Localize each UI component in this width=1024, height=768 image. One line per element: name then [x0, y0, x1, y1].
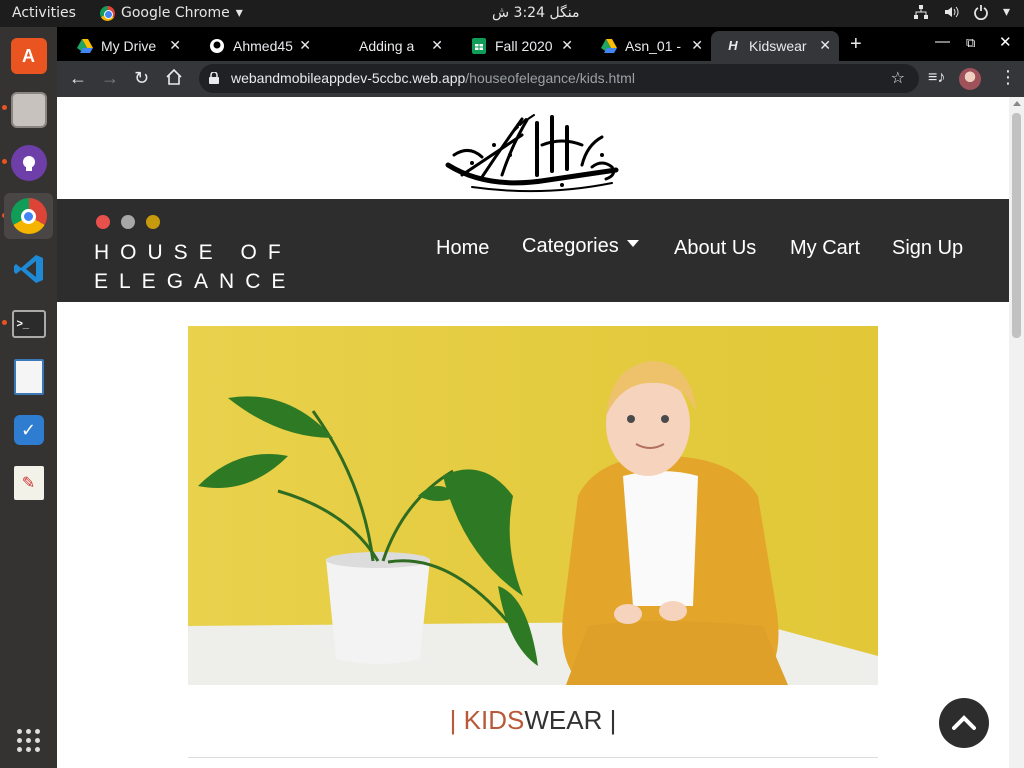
new-tab-button[interactable]: + — [850, 33, 862, 56]
avatar[interactable] — [959, 68, 981, 90]
kebab-menu-icon[interactable]: ⋮ — [999, 67, 1017, 88]
nav-my-cart[interactable]: My Cart — [790, 237, 860, 260]
browser-toolbar: ← → ↻ webandmobileappdev-5ccbc.web.app/h… — [57, 61, 1024, 97]
media-control-icon[interactable]: ≡♪ — [928, 69, 945, 87]
brand-dots — [96, 215, 160, 229]
tab-my-drive[interactable]: My Drive ✕ — [57, 31, 189, 61]
address-bar[interactable]: webandmobileappdev-5ccbc.web.app/houseof… — [199, 64, 919, 93]
system-tray[interactable]: ▾ — [913, 4, 1010, 24]
site-h-icon: H — [728, 38, 738, 53]
system-top-bar: Activities Google Chrome ▾ منگل 3:24 ش ▾ — [0, 0, 1024, 27]
chevron-down-icon: ▾ — [235, 5, 243, 21]
divider — [188, 757, 878, 758]
notepad-icon: ✎ — [13, 466, 44, 500]
google-drive-icon — [77, 39, 93, 53]
nav-about-us[interactable]: About Us — [674, 237, 756, 260]
terminal-icon: >_ — [11, 310, 46, 338]
vscode-launcher[interactable] — [4, 246, 53, 292]
app-menu[interactable]: Google Chrome ▾ — [100, 5, 243, 21]
gray-dot — [121, 215, 135, 229]
page-scrollbar[interactable] — [1009, 97, 1024, 768]
vscode-icon — [11, 251, 47, 287]
tab-strip: My Drive ✕ Ahmed45 ✕ Adding a ✕ Fall 202… — [57, 27, 1024, 61]
caret-down-icon — [626, 240, 639, 248]
activities-button[interactable]: Activities — [12, 5, 76, 21]
dock: A >_ ✓ ✎ — [0, 27, 57, 768]
chrome-icon — [10, 198, 47, 234]
shopping-bag-icon: A — [10, 38, 47, 74]
ubuntu-software-launcher[interactable]: A — [4, 33, 53, 79]
app-menu-label: Google Chrome — [121, 5, 230, 21]
tab-fall-2020[interactable]: Fall 2020 ✕ — [451, 31, 581, 61]
file-cabinet-icon — [10, 92, 47, 128]
volume-icon[interactable] — [943, 4, 959, 24]
bismillah-calligraphy — [445, 114, 619, 193]
home-button[interactable] — [165, 68, 183, 91]
github-launcher[interactable] — [4, 140, 53, 186]
nav-home[interactable]: Home — [436, 237, 489, 260]
google-sheets-icon — [472, 38, 486, 54]
nav-categories[interactable]: Categories — [522, 235, 639, 258]
chrome-launcher[interactable] — [4, 193, 53, 239]
github-icon — [210, 39, 224, 53]
close-icon[interactable]: ✕ — [169, 37, 181, 54]
chevron-up-icon — [952, 715, 976, 730]
files-launcher[interactable] — [4, 87, 53, 133]
nav-sign-up[interactable]: Sign Up — [892, 237, 963, 260]
url-text[interactable]: webandmobileappdev-5ccbc.web.app/houseof… — [231, 70, 635, 86]
browser-window: My Drive ✕ Ahmed45 ✕ Adding a ✕ Fall 202… — [57, 27, 1024, 768]
terminal-launcher[interactable]: >_ — [4, 301, 53, 347]
scroll-to-top-button[interactable] — [939, 698, 989, 748]
tasks-launcher[interactable]: ✓ — [4, 407, 53, 453]
close-icon[interactable]: ✕ — [561, 37, 573, 54]
chevron-down-icon[interactable]: ▾ — [1003, 4, 1010, 24]
network-icon[interactable] — [913, 4, 929, 24]
close-icon[interactable]: ✕ — [431, 37, 443, 54]
brand-logo[interactable]: HOUSE OF ELEGANCE — [94, 238, 296, 296]
tab-github[interactable]: Ahmed45 ✕ — [189, 31, 319, 61]
minimize-button[interactable]: — — [935, 33, 950, 50]
gold-dot — [146, 215, 160, 229]
clock[interactable]: منگل 3:24 ش — [492, 5, 580, 21]
image-viewer-launcher[interactable] — [4, 354, 53, 400]
bookmark-star-icon[interactable]: ☆ — [891, 68, 905, 88]
chrome-icon — [100, 5, 115, 21]
back-button[interactable]: ← — [69, 68, 87, 89]
grid-icon — [17, 728, 40, 752]
scroll-up-arrow-icon[interactable] — [1013, 101, 1021, 106]
close-icon[interactable]: ✕ — [691, 37, 703, 54]
tab-kidswear[interactable]: H Kidswear ✕ — [711, 31, 839, 61]
image-document-icon — [13, 359, 44, 395]
google-drive-icon — [601, 39, 617, 53]
forward-button[interactable]: → — [101, 68, 119, 89]
scrollbar-thumb[interactable] — [1012, 113, 1021, 338]
site-navbar: HOUSE OF ELEGANCE Home Categories About … — [57, 199, 1009, 302]
checkbox-icon: ✓ — [13, 415, 44, 445]
close-window-button[interactable]: ✕ — [999, 33, 1012, 51]
text-editor-launcher[interactable]: ✎ — [4, 460, 53, 506]
show-applications-button[interactable] — [4, 717, 53, 763]
hero-image-kid — [188, 326, 878, 685]
reload-button[interactable]: ↻ — [134, 68, 149, 89]
home-icon — [166, 68, 182, 85]
power-icon[interactable] — [973, 4, 989, 24]
tab-adding[interactable]: Adding a ✕ — [319, 31, 451, 61]
web-page: HOUSE OF ELEGANCE Home Categories About … — [57, 97, 1024, 768]
red-dot — [96, 215, 110, 229]
github-icon — [10, 145, 47, 181]
restore-button[interactable]: ⧉ — [966, 35, 975, 51]
lock-icon[interactable] — [209, 72, 219, 84]
section-title: | KIDSWEAR | — [449, 705, 617, 735]
close-icon[interactable]: ✕ — [299, 37, 311, 54]
close-icon[interactable]: ✕ — [819, 37, 831, 54]
tab-asn-01[interactable]: Asn_01 - ✕ — [581, 31, 711, 61]
